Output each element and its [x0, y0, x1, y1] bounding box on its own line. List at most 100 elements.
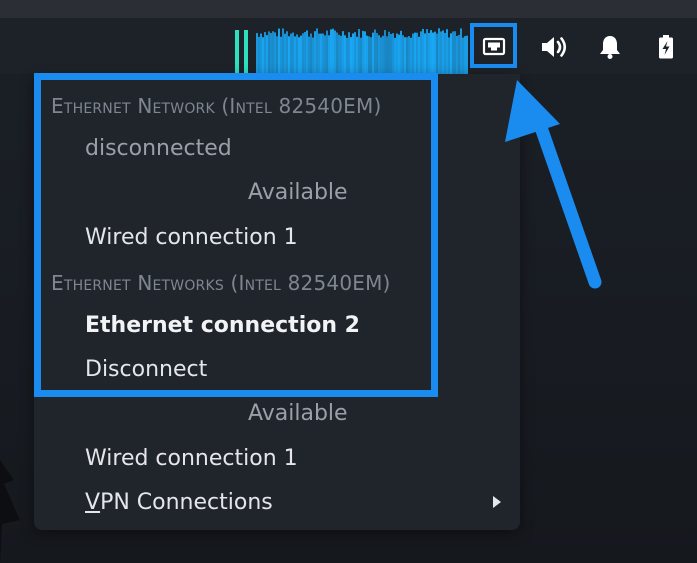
visualizer-bar	[266, 35, 268, 74]
visualizer-bar	[440, 31, 442, 74]
visualizer-bar	[352, 33, 354, 74]
visualizer-bar	[372, 32, 374, 74]
visualizer-bar	[280, 36, 282, 74]
visualizer-bar	[430, 30, 432, 74]
visualizer-bar	[404, 37, 406, 74]
visualizer-bar	[306, 30, 308, 74]
visualizer-bar	[424, 33, 426, 74]
visualizer-bar	[314, 31, 316, 74]
visualizer-bar	[278, 28, 280, 74]
visualizer-bar	[426, 29, 428, 74]
visualizer-bar	[416, 32, 418, 74]
visualizer-bar	[348, 32, 350, 74]
visualizer-bar	[304, 31, 306, 74]
visualizer-separator	[244, 30, 248, 74]
visualizer-bar	[398, 34, 400, 74]
visualizer-bar	[442, 30, 444, 74]
visualizer-bar	[410, 37, 412, 74]
available-header-2: Available	[248, 401, 348, 426]
visualizer-bar	[276, 36, 278, 74]
menu-section-highlight	[34, 73, 438, 397]
network-icon-highlight	[470, 23, 517, 68]
visualizer-bar	[344, 35, 346, 74]
visualizer-bar	[362, 30, 364, 74]
visualizer-bar	[328, 35, 330, 74]
visualizer-bar	[396, 33, 398, 74]
visualizer-bar	[358, 29, 360, 74]
visualizer-bar	[294, 36, 296, 74]
visualizer-bar	[286, 31, 288, 74]
desktop: Ethernet Network (Intel 82540EM) disconn…	[0, 0, 697, 563]
visualizer-bar	[298, 37, 300, 74]
visualizer-bar	[386, 36, 388, 74]
visualizer-bar	[434, 31, 436, 74]
triangle-right-icon	[493, 496, 501, 508]
visualizer-bar	[394, 37, 396, 74]
visualizer-bar	[360, 37, 362, 74]
visualizer-bar	[418, 36, 420, 74]
visualizer-bar	[274, 32, 276, 74]
visualizer-bar	[290, 33, 292, 74]
visualizer-bar	[354, 32, 356, 74]
visualizer-bar	[318, 33, 320, 74]
visualizer-bar	[288, 36, 290, 74]
visualizer-bar	[308, 36, 310, 74]
visualizer-bar	[302, 33, 304, 74]
volume-tray-button[interactable]	[535, 29, 573, 65]
visualizer-bar	[438, 28, 440, 74]
audio-visualizer	[235, 28, 468, 74]
visualizer-bar	[356, 36, 358, 74]
visualizer-bar	[342, 31, 344, 74]
visualizer-bar	[350, 37, 352, 74]
visualizer-bar	[260, 33, 262, 74]
visualizer-bar	[368, 36, 370, 74]
visualizer-bar	[460, 28, 462, 74]
visualizer-bar	[316, 28, 318, 74]
visualizer-bar	[292, 32, 294, 74]
desktop-wallpaper-shape	[0, 460, 20, 563]
visualizer-bar	[390, 33, 392, 74]
visualizer-bar	[374, 29, 376, 74]
visualizer-bar	[364, 31, 366, 74]
visualizer-bar	[414, 32, 416, 74]
visualizer-bar	[378, 35, 380, 74]
visualizer-bar	[408, 36, 410, 74]
visualizer-bar	[462, 37, 464, 74]
visualizer-bar	[272, 31, 274, 74]
visualizer-bar	[262, 37, 264, 74]
visualizer-bar	[324, 35, 326, 74]
visualizer-bar	[422, 28, 424, 74]
visualizer-bar	[310, 33, 312, 74]
visualizer-bar	[392, 33, 394, 74]
visualizer-bar	[448, 37, 450, 74]
vpn-label-rest: PN Connections	[100, 490, 273, 515]
visualizer-bar	[436, 33, 438, 74]
visualizer-bar	[330, 29, 332, 74]
visualizer-bar	[382, 35, 384, 74]
visualizer-bar	[458, 34, 460, 74]
visualizer-bar	[284, 33, 286, 74]
visualizer-bar	[334, 30, 336, 74]
menu-item-vpn-connections[interactable]: VPN Connections	[85, 490, 273, 515]
visualizer-bar	[412, 33, 414, 74]
visualizer-bar	[336, 32, 338, 74]
visualizer-bar	[420, 31, 422, 74]
visualizer-separator	[235, 30, 239, 74]
visualizer-bar	[326, 30, 328, 74]
visualizer-bar	[270, 33, 272, 74]
window-top-strip	[0, 0, 697, 18]
visualizer-bar	[258, 36, 260, 74]
visualizer-bar	[322, 33, 324, 74]
battery-tray-button[interactable]	[647, 29, 685, 65]
visualizer-bar	[268, 31, 270, 74]
visualizer-bar	[402, 35, 404, 74]
menu-item-wired-connection-1-b[interactable]: Wired connection 1	[85, 446, 298, 471]
visualizer-bar	[450, 33, 452, 74]
visualizer-bar	[432, 32, 434, 74]
visualizer-bar	[388, 31, 390, 74]
visualizer-bar	[384, 30, 386, 74]
notifications-tray-button[interactable]	[591, 29, 629, 65]
visualizer-bar	[300, 35, 302, 74]
visualizer-bar	[406, 37, 408, 74]
visualizer-bar	[338, 34, 340, 74]
